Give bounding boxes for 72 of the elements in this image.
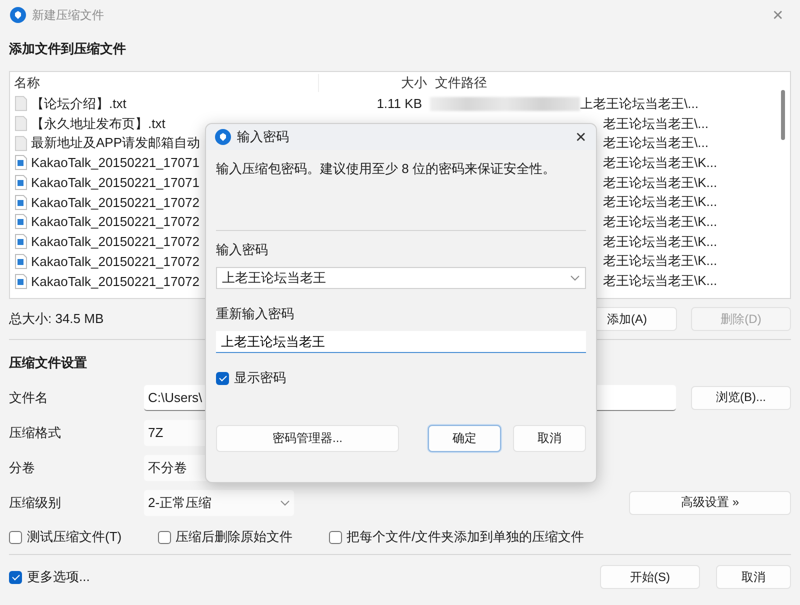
file-path: 上老王论坛当老王\...: [580, 94, 698, 113]
dialog-title: 输入密码: [237, 128, 289, 146]
image-file-icon: [15, 234, 27, 250]
file-path: 老王论坛当老王\K...: [603, 272, 718, 290]
cancel-button[interactable]: 取消: [716, 565, 791, 589]
checkbox-label: 压缩后删除原始文件: [176, 528, 293, 546]
more-options-checkbox[interactable]: [9, 570, 22, 584]
field-label: 文件名: [9, 388, 49, 406]
file-name[interactable]: KakaoTalk_20150221_17072: [31, 214, 200, 230]
image-file-icon: [15, 155, 27, 170]
document-icon: [15, 96, 27, 112]
column-header[interactable]: 名称: [10, 74, 319, 92]
file-path: 老王论坛当老王\K...: [603, 154, 718, 172]
file-name[interactable]: KakaoTalk_20150221_17072: [31, 194, 200, 210]
app-logo-icon: [215, 129, 231, 145]
file-name[interactable]: KakaoTalk_20150221_17072: [31, 234, 200, 250]
file-size: 1.11 KB: [376, 96, 422, 112]
close-icon[interactable]: ✕: [575, 129, 587, 145]
checkbox-label: 显示密码: [234, 369, 286, 387]
checkbox-label: 更多选项...: [27, 568, 90, 586]
field-label: 分卷: [9, 458, 36, 476]
image-file-icon: [15, 274, 27, 289]
window-title: 新建压缩文件: [32, 6, 104, 24]
image-file-icon: [15, 254, 27, 269]
password-manager-button[interactable]: 密码管理器...: [216, 425, 399, 452]
option-checkbox[interactable]: [158, 530, 171, 544]
file-name[interactable]: KakaoTalk_20150221_17071: [31, 155, 200, 170]
dropdown[interactable]: 2-正常压缩: [144, 490, 294, 516]
file-name[interactable]: KakaoTalk_20150221_17072: [31, 254, 200, 269]
browse-button[interactable]: 浏览(B)...: [691, 386, 791, 410]
image-file-icon: [15, 194, 27, 210]
column-header[interactable]: 文件路径: [431, 74, 491, 92]
field-label: 输入密码: [216, 241, 269, 259]
file-path: 老王论坛当老王\K...: [603, 232, 718, 251]
field-label: 压缩格式: [9, 424, 62, 442]
app-logo-icon: [10, 7, 26, 23]
dialog-description: 输入压缩包密码。建议使用至少 8 位的密码来保证安全性。: [216, 160, 556, 178]
option-checkbox[interactable]: [9, 530, 22, 544]
option-checkbox[interactable]: [328, 530, 342, 544]
column-header[interactable]: 大小: [319, 74, 431, 92]
field-label: 重新输入密码: [216, 305, 295, 323]
file-path: 老王论坛当老王\...: [603, 114, 708, 133]
section-heading: 压缩文件设置: [9, 354, 88, 372]
start-button[interactable]: 开始(S): [600, 565, 700, 589]
image-file-icon: [15, 214, 27, 230]
file-name[interactable]: 【永久地址发布页】.txt: [31, 114, 166, 133]
password-field[interactable]: 上老王论坛当老王: [216, 267, 586, 289]
cancel-button[interactable]: 取消: [513, 425, 586, 452]
document-icon: [15, 136, 27, 151]
file-path: 老王论坛当老王\K...: [603, 252, 718, 270]
document-icon: [15, 116, 27, 132]
confirm-password-field[interactable]: 上老王论坛当老王: [216, 331, 586, 353]
checkbox-label: 测试压缩文件(T): [27, 528, 122, 546]
file-path: 老王论坛当老王\...: [603, 134, 708, 152]
file-path: 老王论坛当老王\K...: [603, 212, 718, 231]
scrollbar-thumb[interactable]: [781, 90, 785, 140]
file-path: 老王论坛当老王\K...: [603, 174, 718, 192]
total-size: 总大小: 34.5 MB: [9, 310, 104, 328]
field-label: 压缩级别: [9, 494, 62, 512]
file-name[interactable]: 【论坛介绍】.txt: [31, 94, 126, 113]
image-file-icon: [15, 175, 27, 190]
advanced-settings-button[interactable]: 高级设置 »: [629, 490, 791, 514]
chevron-icon: [280, 500, 290, 506]
file-name[interactable]: KakaoTalk_20150221_17071: [31, 175, 200, 190]
file-name[interactable]: KakaoTalk_20150221_17072: [31, 274, 200, 289]
ok-button[interactable]: 确定: [428, 425, 501, 452]
chevron-icon: [570, 275, 580, 281]
checkbox-label: 把每个文件/文件夹添加到单独的压缩文件: [346, 528, 584, 546]
file-name[interactable]: 最新地址及APP请发邮箱自动: [31, 134, 200, 152]
file-path: 老王论坛当老王\K...: [603, 193, 718, 212]
section-heading: 添加文件到压缩文件: [9, 40, 127, 58]
show-password-checkbox[interactable]: [216, 372, 229, 384]
